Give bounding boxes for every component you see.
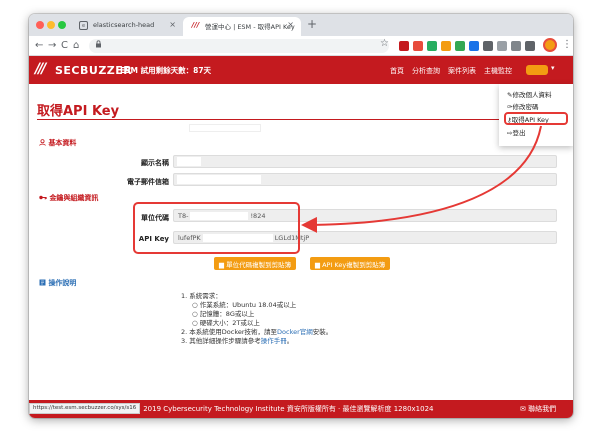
annotation-arrow [301, 125, 542, 233]
copyright-text: © 2019 Cybersecurity Technology Institut… [134, 405, 434, 413]
mail-icon: ✉ [520, 405, 526, 413]
contact-link[interactable]: ✉ 聯絡我們 [520, 404, 556, 414]
browser-window: e elasticsearch-head × /// 營運中心 | ESM - … [29, 14, 573, 418]
browser-status-url: https://test.esm.secbuzzer.co/sys/s16 [29, 403, 141, 414]
contact-label: 聯絡我們 [528, 405, 557, 413]
